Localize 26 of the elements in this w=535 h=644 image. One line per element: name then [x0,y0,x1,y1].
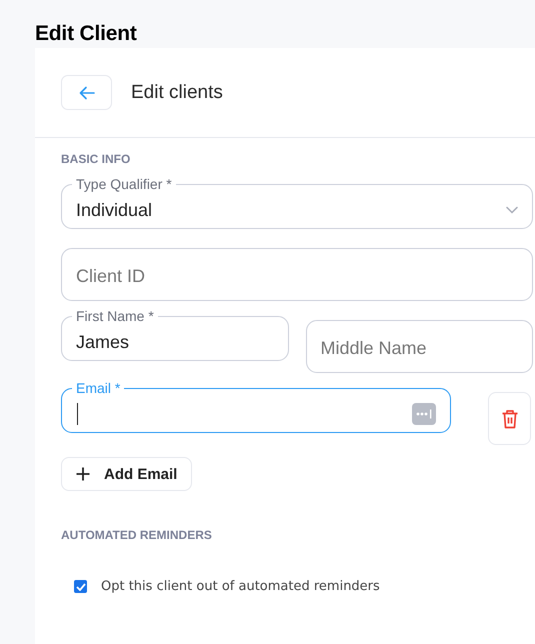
check-icon [76,582,86,590]
field-label: Type Qualifier * [75,176,173,192]
field-placeholder: Client ID [76,266,146,287]
chevron-down-icon [506,206,518,214]
input-field[interactable]: Middle Name [306,320,533,373]
field-label: Email * [75,380,122,396]
checkbox-label: Opt this client out of automated reminders [101,579,380,594]
input-field[interactable]: Client ID [61,248,533,301]
field-value: Individual [76,200,154,220]
field-label: First Name * [75,308,155,324]
input-field[interactable]: First Name * James [61,308,288,361]
select-field[interactable]: Type Qualifier * Individual [61,176,533,229]
dots-key-icon [412,403,436,425]
add-email-button[interactable]: Add Email [61,457,192,491]
delete-button[interactable] [488,392,531,445]
trash-icon [500,408,518,428]
section-heading: BASIC INFO [61,152,132,166]
plus-icon [76,467,90,481]
section-heading: AUTOMATED REMINDERS [61,528,213,542]
card-title: Edit clients [131,82,223,104]
back-button[interactable] [61,75,112,110]
back-arrow-icon [78,86,94,100]
field-placeholder: Middle Name [320,338,428,359]
checkbox[interactable] [74,580,87,593]
field-value: James [76,332,130,352]
page-title: Edit Client [35,21,138,47]
